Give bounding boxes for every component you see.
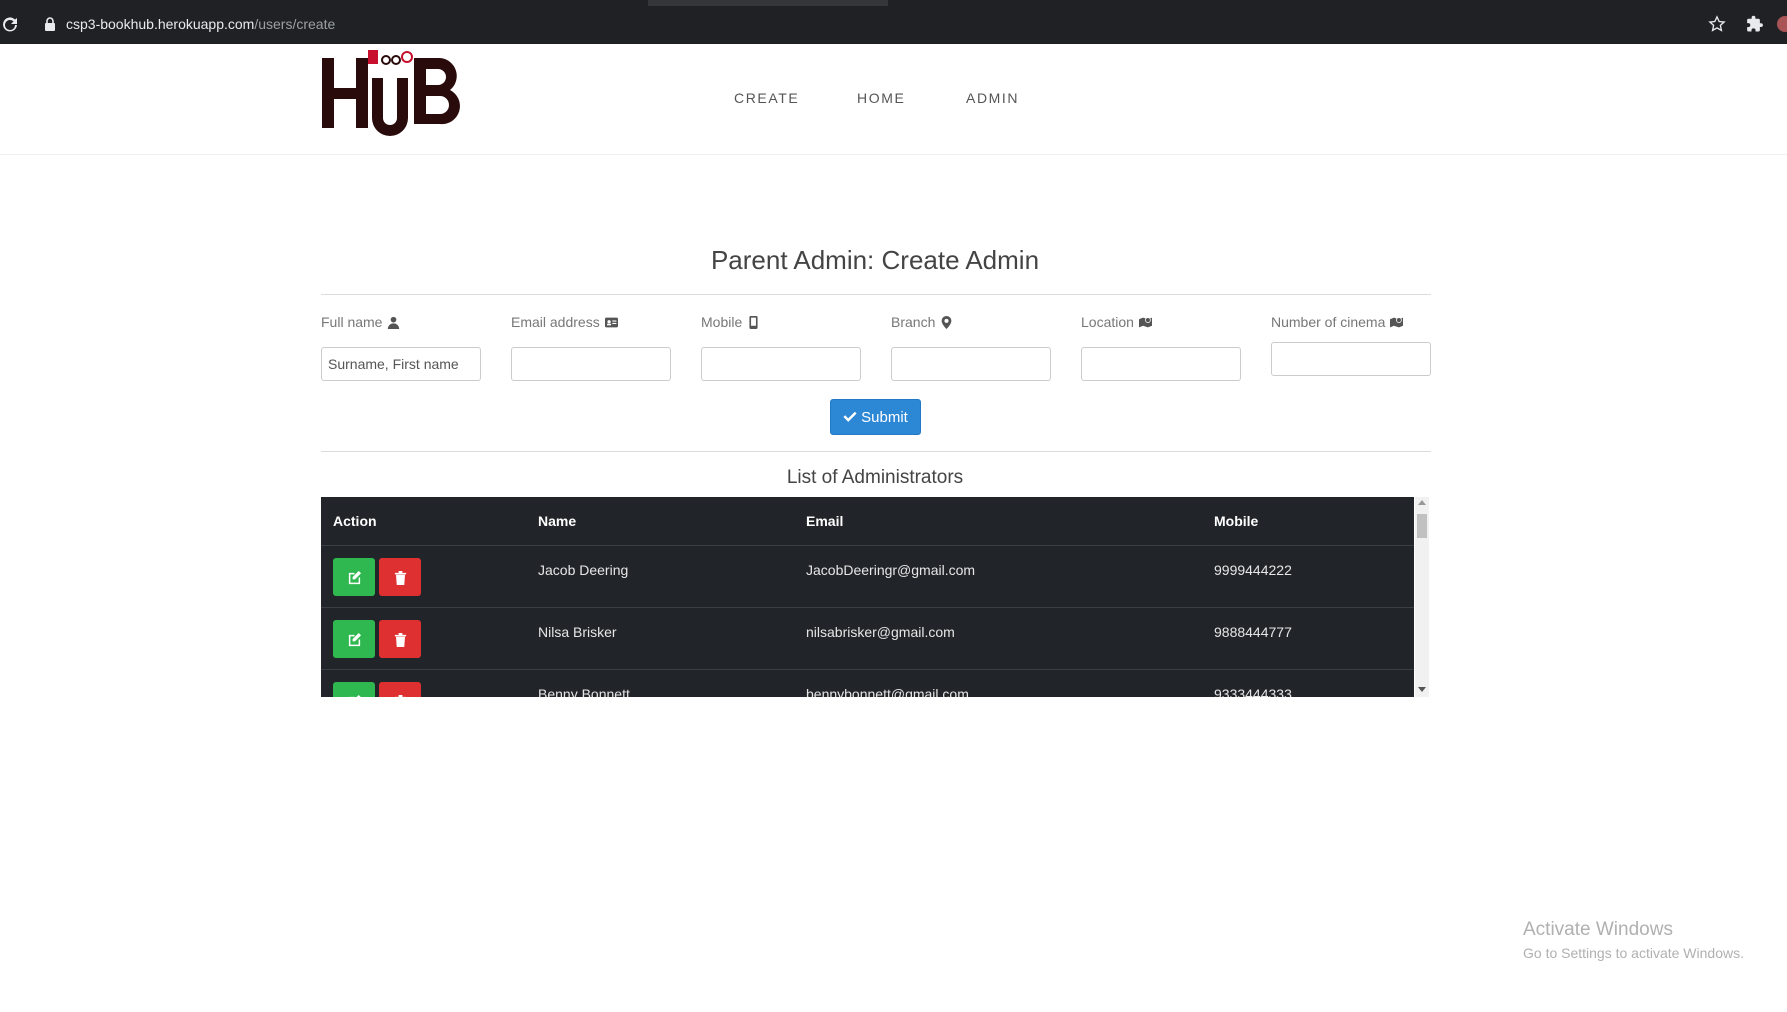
browser-toolbar: csp3-bookhub.herokuapp.com/users/create: [0, 0, 1787, 44]
row-name: Jacob Deering: [538, 562, 629, 578]
cinema-count-label: Number of cinema: [1271, 312, 1431, 332]
watermark-title: Activate Windows: [1523, 919, 1673, 940]
scroll-up-arrow[interactable]: [1418, 500, 1426, 505]
nav-create-link[interactable]: CREATE: [734, 90, 799, 106]
map-icon: [1390, 316, 1404, 327]
watermark-subtitle: Go to Settings to activate Windows.: [1523, 945, 1744, 961]
full-name-input[interactable]: [321, 347, 481, 381]
url-host: csp3-bookhub.herokuapp.com: [66, 16, 255, 32]
admin-table-container[interactable]: Action Name Email Mobile Jacob Deering J…: [321, 497, 1429, 697]
admin-table: Action Name Email Mobile Jacob Deering J…: [321, 497, 1414, 697]
table-scrollbar[interactable]: [1415, 497, 1429, 697]
row-name: Nilsa Brisker: [538, 624, 617, 640]
edit-icon: [348, 694, 361, 697]
branch-label: Branch: [891, 312, 1051, 332]
extensions-icon[interactable]: [1746, 15, 1764, 33]
nav-admin-link[interactable]: ADMIN: [966, 90, 1019, 106]
profile-icon[interactable]: [1776, 15, 1787, 33]
windows-activation-watermark: Activate Windows Go to Settings to activ…: [1523, 919, 1744, 961]
table-row: Benny Bonnett bennybonnett@gmail.com 933…: [321, 670, 1414, 697]
trash-icon: [394, 632, 406, 647]
lock-icon[interactable]: [44, 17, 56, 31]
delete-button[interactable]: [379, 620, 421, 658]
edit-icon: [348, 570, 361, 584]
map-icon: [1138, 316, 1152, 327]
page-title: Parent Admin: Create Admin: [710, 245, 1040, 275]
address-bar[interactable]: csp3-bookhub.herokuapp.com/users/create: [66, 16, 335, 32]
email-input[interactable]: [511, 347, 671, 381]
email-label-text: Email address: [511, 314, 600, 330]
row-email: bennybonnett@gmail.com: [806, 686, 969, 697]
row-mobile: 9333444333: [1214, 686, 1292, 697]
edit-button[interactable]: [333, 682, 375, 697]
active-tab-strip[interactable]: [648, 0, 888, 6]
trash-icon: [394, 694, 406, 697]
map-marker-icon: [941, 315, 952, 329]
mobile-label-text: Mobile: [701, 314, 743, 330]
location-label: Location: [1081, 312, 1241, 332]
divider: [321, 294, 1431, 295]
list-title: List of Administrators: [786, 467, 964, 488]
column-header-email: Email: [806, 513, 844, 529]
email-field: Email address: [511, 312, 671, 381]
submit-label: Submit: [861, 408, 908, 426]
row-email: nilsabrisker@gmail.com: [806, 624, 955, 640]
submit-button[interactable]: Submit: [830, 399, 921, 435]
reload-icon[interactable]: [0, 14, 20, 34]
mobile-icon: [749, 315, 758, 329]
edit-button[interactable]: [333, 620, 375, 658]
delete-button[interactable]: [379, 558, 421, 596]
user-icon: [388, 316, 400, 329]
divider: [321, 451, 1431, 452]
cinema-count-input[interactable]: [1271, 342, 1431, 376]
id-card-icon: [604, 317, 618, 327]
row-name: Benny Bonnett: [538, 686, 630, 697]
location-field: Location: [1081, 312, 1241, 381]
email-label: Email address: [511, 312, 671, 332]
branch-label-text: Branch: [891, 314, 936, 330]
column-header-name: Name: [538, 513, 577, 529]
full-name-label: Full name: [321, 312, 481, 332]
delete-button[interactable]: [379, 682, 421, 697]
trash-icon: [394, 570, 406, 585]
nav-home-link[interactable]: HOME: [857, 90, 905, 106]
mobile-input[interactable]: [701, 347, 861, 381]
table-row: Jacob Deering JacobDeeringr@gmail.com 99…: [321, 546, 1414, 608]
cinema-count-label-text: Number of cinema: [1271, 314, 1386, 330]
row-email: JacobDeeringr@gmail.com: [806, 562, 976, 578]
mobile-label: Mobile: [701, 312, 861, 332]
column-header-mobile: Mobile: [1214, 513, 1259, 529]
url-path: /users/create: [254, 16, 336, 32]
branch-field: Branch: [891, 312, 1051, 381]
branch-input[interactable]: [891, 347, 1051, 381]
edit-icon: [348, 632, 361, 646]
full-name-field: Full name: [321, 312, 481, 381]
star-icon[interactable]: [1708, 15, 1726, 33]
main-nav: CREATE HOME ADMIN: [0, 90, 1787, 110]
scroll-thumb[interactable]: [1417, 514, 1427, 538]
scroll-down-arrow[interactable]: [1418, 687, 1426, 692]
location-input[interactable]: [1081, 347, 1241, 381]
column-header-action: Action: [333, 513, 377, 529]
table-header: Action Name Email Mobile: [321, 497, 1414, 546]
row-mobile: 9888444777: [1214, 624, 1292, 640]
table-row: Nilsa Brisker nilsabrisker@gmail.com 988…: [321, 608, 1414, 670]
location-label-text: Location: [1081, 314, 1134, 330]
row-mobile: 9999444222: [1214, 562, 1292, 578]
full-name-label-text: Full name: [321, 314, 383, 330]
check-icon: [843, 411, 857, 422]
mobile-field: Mobile: [701, 312, 861, 381]
edit-button[interactable]: [333, 558, 375, 596]
cinema-count-field: Number of cinema: [1271, 312, 1431, 376]
